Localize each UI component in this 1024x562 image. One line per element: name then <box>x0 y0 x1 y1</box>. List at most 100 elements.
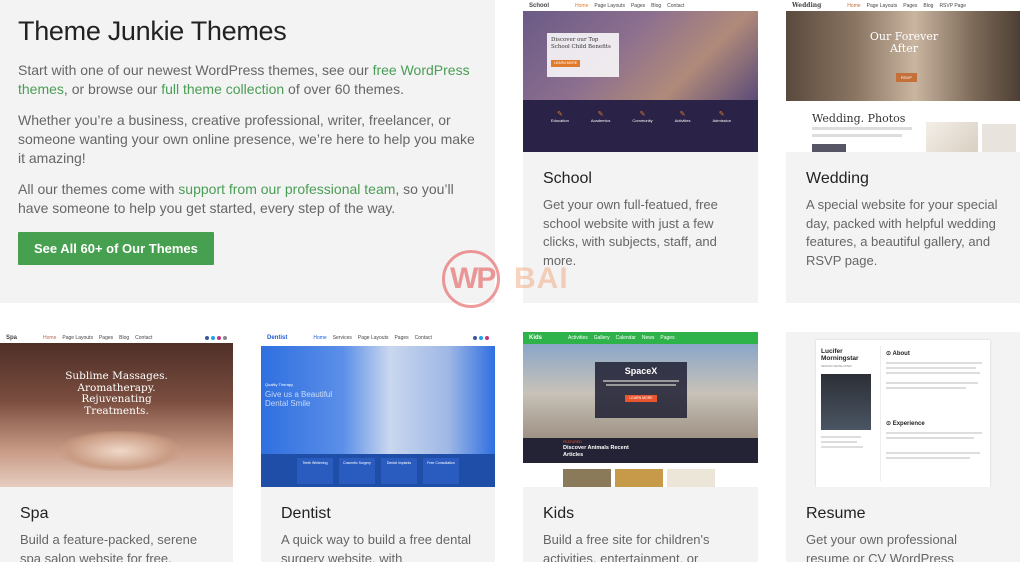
thumb-hero-tag: Quality Therapy <box>265 382 294 387</box>
thumb-navbar: Wedding Home Page Layouts Pages Blog RSV… <box>786 0 1020 11</box>
intro-paragraph-2: Whether you’re a business, creative prof… <box>18 112 475 166</box>
kids-thumbnail[interactable]: Kids Activities Gallery Calendar News Pa… <box>523 332 758 487</box>
thumb-feature: ✎ Academics <box>590 111 611 123</box>
card-title[interactable]: Spa <box>20 505 213 523</box>
full-collection-link[interactable]: full theme collection <box>161 81 284 97</box>
thumb-hero-box: SpaceX LEARN MORE <box>595 362 687 418</box>
intro-panel: Theme Junkie Themes Start with one of ou… <box>0 0 495 303</box>
theme-card-dentist[interactable]: Dentist Home Services Page Layouts Pages… <box>261 332 495 562</box>
thumb-text-line <box>886 387 966 389</box>
thumb-navbar: Dentist Home Services Page Layouts Pages… <box>261 332 495 343</box>
thumb-feature: Dental Implants <box>381 458 417 484</box>
thumb-logo: Wedding <box>792 2 822 9</box>
card-description: A quick way to build a free dental surge… <box>281 532 472 562</box>
page-title: Theme Junkie Themes <box>18 16 287 46</box>
thumb-hero-image: Sublime Massages. Aromatherapy. Rejuvena… <box>0 343 233 487</box>
thumb-nav-item: RSVP Page <box>939 2 967 9</box>
thumb-nav-item: Services <box>332 334 352 341</box>
card-title[interactable]: School <box>543 170 738 188</box>
thumb-caption-text: Discover Animals Recent Articles <box>563 445 629 458</box>
thumb-nav-item: Activities <box>568 335 588 341</box>
theme-card-kids[interactable]: Kids Activities Gallery Calendar News Pa… <box>523 332 758 562</box>
resume-thumbnail[interactable]: Lucifer Morningstar SENIOR DEVELOPER ⊙ A… <box>786 332 1020 487</box>
thumb-resume-photo <box>821 374 871 430</box>
thumb-feature-row: ✎ Education ✎ Academics ✎ Community ✎ Activi… <box>551 110 731 123</box>
card-title[interactable]: Kids <box>543 505 738 523</box>
thumb-text-line <box>886 367 976 369</box>
thumb-nav-item: Blog <box>651 2 662 9</box>
school-thumbnail[interactable]: School Home Page Layouts Pages Blog Cont… <box>523 0 758 152</box>
thumb-logo: Spa <box>6 334 18 341</box>
intro-text: All our themes come with <box>18 181 179 197</box>
thumb-text-line <box>821 436 861 438</box>
card-description: A special website for your special day, … <box>806 197 998 268</box>
card-body: School Get your own full-featued, free s… <box>523 170 758 270</box>
see-all-themes-button[interactable]: See All 60+ of Our Themes <box>18 232 214 265</box>
thumb-section-title: Wedding. Photos <box>812 112 906 125</box>
theme-card-wedding[interactable]: Wedding Home Page Layouts Pages Blog RSV… <box>786 0 1020 303</box>
thumb-photo <box>667 469 715 487</box>
theme-card-resume[interactable]: Lucifer Morningstar SENIOR DEVELOPER ⊙ A… <box>786 332 1020 562</box>
thumb-text-line <box>886 382 978 384</box>
card-body: Kids Build a free site for children's ac… <box>523 505 758 562</box>
thumb-caption-tag: FEATURED <box>563 440 582 444</box>
thumb-section-about: ⊙ About <box>886 351 910 357</box>
thumb-hero-text: Discover our Top School Child Benefits <box>551 37 611 50</box>
thumb-feature: Free Consultation <box>423 458 459 484</box>
thumb-text-line <box>821 441 857 443</box>
thumb-hero-text: Our Forever After <box>869 30 939 55</box>
thumb-feature: ✎ Admission <box>712 111 731 123</box>
card-title[interactable]: Wedding <box>806 170 1000 188</box>
intro-text: , or browse our <box>63 81 162 97</box>
dentist-thumbnail[interactable]: Dentist Home Services Page Layouts Pages… <box>261 332 495 487</box>
thumb-resume-role: SENIOR DEVELOPER <box>821 364 852 368</box>
support-link[interactable]: support from our professional team <box>178 181 395 197</box>
thumb-hero-image: Quality Therapy Give us a Beautiful Dent… <box>261 346 495 454</box>
thumb-text-line <box>812 134 902 137</box>
thumb-text-line <box>886 372 980 374</box>
thumb-hero-image: SpaceX LEARN MORE <box>523 344 758 442</box>
theme-card-school[interactable]: School Home Page Layouts Pages Blog Cont… <box>523 0 758 303</box>
thumb-photo <box>926 122 978 152</box>
thumb-navbar: School Home Page Layouts Pages Blog Cont… <box>523 0 758 11</box>
thumb-massage-photo <box>60 431 180 471</box>
thumb-nav-item: Page Layouts <box>357 334 389 341</box>
thumb-text-line <box>886 457 970 459</box>
thumb-nav-item: Home <box>575 2 589 9</box>
thumb-logo: Kids <box>529 335 543 341</box>
thumb-resume-name: Lucifer Morningstar <box>821 348 859 362</box>
thumb-nav-item: News <box>641 335 655 341</box>
wedding-thumbnail[interactable]: Wedding Home Page Layouts Pages Blog RSV… <box>786 0 1020 152</box>
thumb-nav-item: Pages <box>98 334 114 341</box>
spa-thumbnail[interactable]: Spa Home Page Layouts Pages Blog Contact… <box>0 332 233 487</box>
card-description: Get your own professional resume or CV W… <box>806 532 958 562</box>
intro-text: of over 60 themes. <box>284 81 404 97</box>
thumb-nav-item: Home <box>43 334 57 341</box>
thumb-photo <box>812 144 846 152</box>
thumb-photo <box>615 469 663 487</box>
thumb-text-line <box>886 437 974 439</box>
thumb-logo: School <box>529 2 550 9</box>
thumb-nav-item: Pages <box>903 2 918 9</box>
card-body: Wedding A special website for your speci… <box>786 170 1020 270</box>
thumb-nav-item: Gallery <box>593 335 610 341</box>
thumb-text-line <box>821 446 863 448</box>
thumb-nav-item: Home <box>313 334 327 341</box>
card-title[interactable]: Dentist <box>281 505 475 523</box>
intro-paragraph-3: All our themes come with support from ou… <box>18 180 477 218</box>
card-body: Resume Get your own professional resume … <box>786 505 1020 562</box>
thumb-resume-page: Lucifer Morningstar SENIOR DEVELOPER ⊙ A… <box>816 340 990 487</box>
thumb-text-line <box>886 362 982 364</box>
thumb-logo: Dentist <box>267 334 288 341</box>
thumb-nav-item: Pages <box>630 2 646 9</box>
thumb-nav-item: Contact <box>135 334 153 341</box>
thumb-hero-image: Discover our Top School Child Benefits L… <box>523 11 758 100</box>
thumb-nav-item: Blog <box>119 334 130 341</box>
thumb-hero-button: LEARN MORE <box>625 394 657 402</box>
card-title[interactable]: Resume <box>806 505 1000 523</box>
thumb-feature: Cosmetic Surgery <box>339 458 375 484</box>
thumb-section-experience: ⊙ Experience <box>886 421 925 427</box>
theme-card-spa[interactable]: Spa Home Page Layouts Pages Blog Contact… <box>0 332 233 562</box>
thumb-social-icons <box>473 335 489 340</box>
thumb-hero-text: Sublime Massages. Aromatherapy. Rejuvena… <box>65 370 168 417</box>
